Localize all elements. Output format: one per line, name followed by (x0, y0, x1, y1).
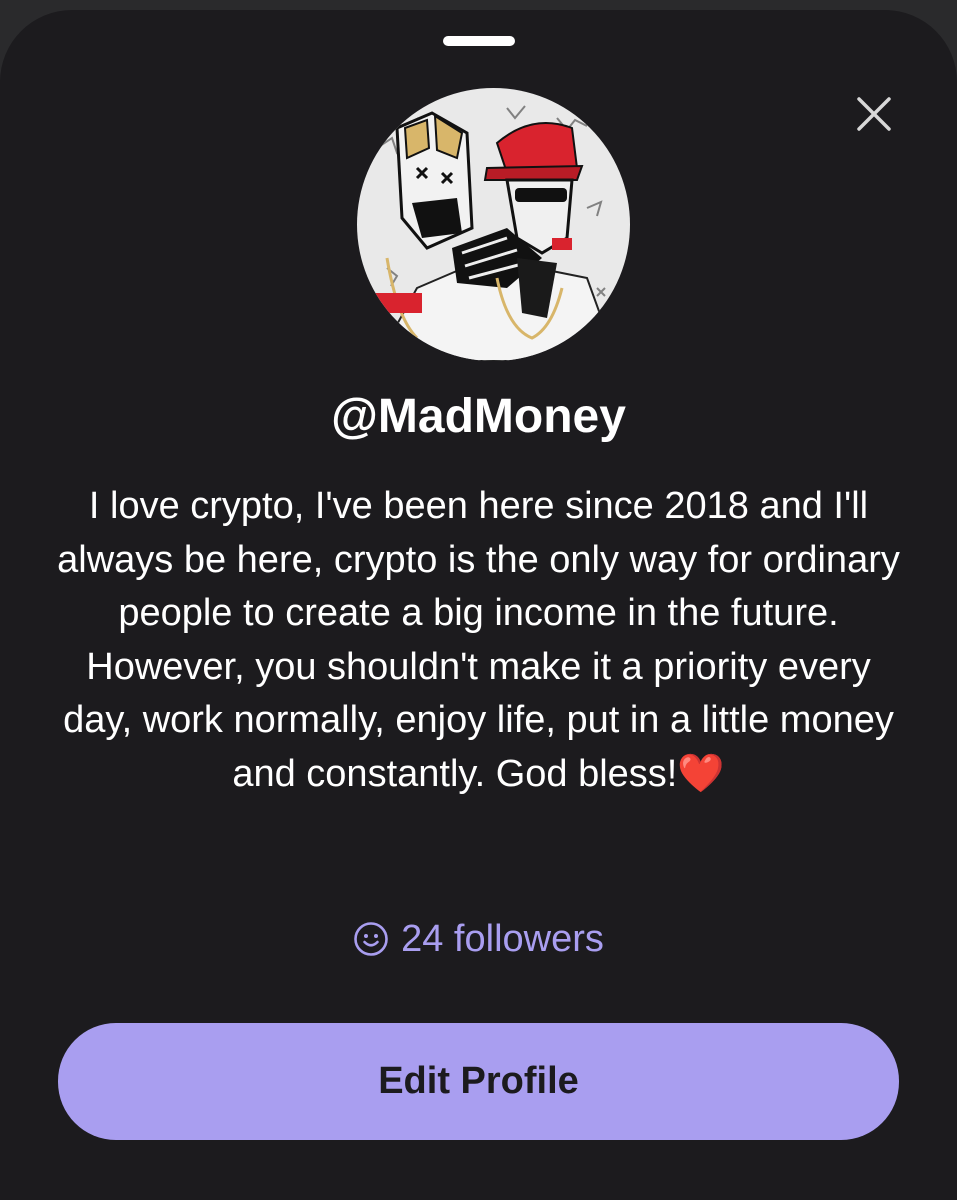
close-icon (857, 97, 891, 131)
avatar-image (357, 88, 630, 361)
profile-bio: I love crypto, I've been here since 2018… (57, 485, 900, 795)
followers-count-label: 24 followers (401, 918, 604, 960)
profile-username: @MadMoney (331, 390, 626, 443)
close-button[interactable] (850, 90, 898, 138)
profile-sheet: @MadMoney I love crypto, I've been here … (0, 10, 957, 1200)
followers-link[interactable]: 24 followers (0, 914, 957, 964)
smiley-face-icon (354, 922, 388, 956)
avatar[interactable] (357, 88, 630, 361)
sheet-grabber-handle[interactable] (443, 36, 515, 46)
edit-profile-button[interactable]: Edit Profile (58, 1023, 899, 1140)
